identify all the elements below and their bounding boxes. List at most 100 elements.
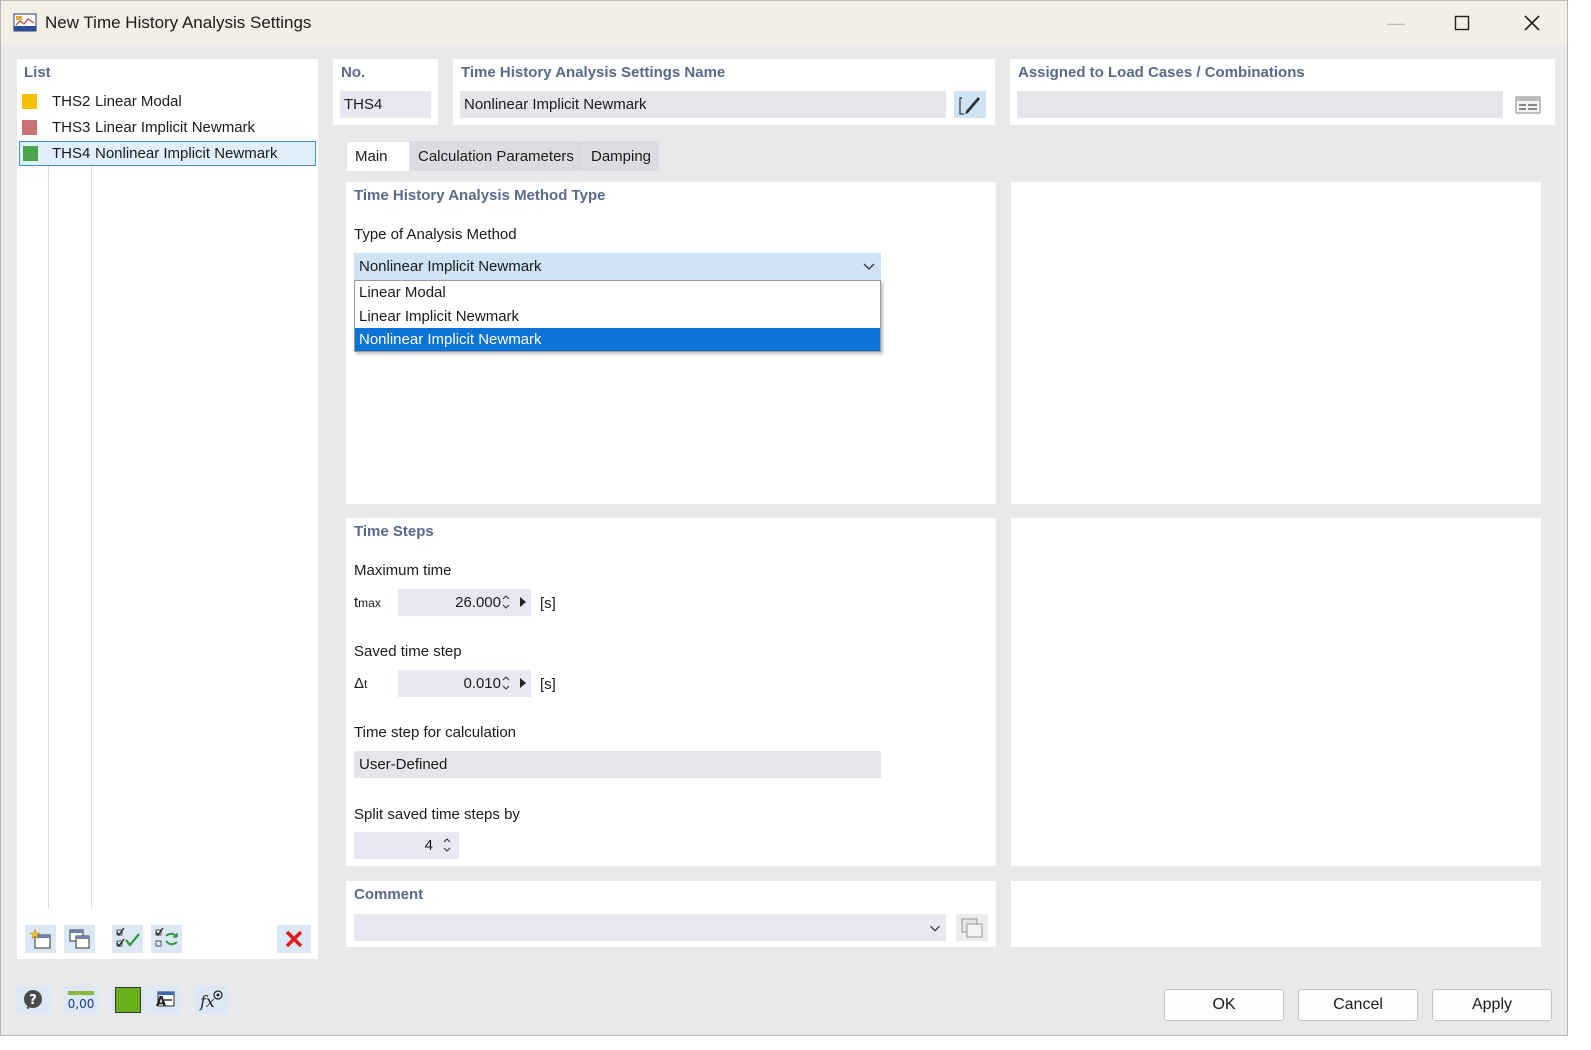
dropdown-option-selected[interactable]: Nonlinear Implicit Newmark (355, 328, 880, 351)
list-item[interactable]: THS3 Linear Implicit Newmark (19, 115, 316, 140)
name-field[interactable]: Nonlinear Implicit Newmark (460, 91, 946, 118)
analysis-type-label: Type of Analysis Method (354, 226, 517, 243)
analysis-type-select[interactable]: Nonlinear Implicit Newmark (354, 253, 881, 280)
assign-select-button[interactable] (1512, 91, 1544, 118)
list-item-no: THS4 (52, 145, 91, 162)
color-swatch (22, 94, 37, 109)
spinner-arrows-icon[interactable] (501, 592, 511, 612)
copy-item-button[interactable] (64, 925, 95, 953)
comment-section: Comment (346, 881, 996, 947)
copy-icon (961, 918, 983, 937)
time-steps-title: Time Steps (354, 523, 434, 540)
max-time-symbol: tmax (354, 594, 381, 611)
saved-step-input[interactable]: 0.010 (398, 670, 531, 697)
list-item-selected[interactable]: THS4 Nonlinear Implicit Newmark (19, 141, 316, 166)
play-arrow-icon[interactable] (519, 596, 527, 608)
calc-step-label: Time step for calculation (354, 724, 517, 741)
check-toggle-icon (154, 928, 178, 947)
close-button[interactable] (1509, 9, 1555, 37)
delete-icon (285, 930, 303, 948)
spinner-arrows-icon[interactable] (442, 835, 452, 855)
list-item-no: THS3 (52, 119, 91, 136)
color-button[interactable] (111, 986, 145, 1014)
list-title: List (24, 64, 51, 81)
title-bar: New Time History Analysis Settings — (1, 1, 1567, 45)
check-toggle-button[interactable] (151, 925, 182, 953)
comment-preview-panel (1011, 881, 1541, 947)
max-time-input[interactable]: 26.000 (398, 589, 531, 616)
display-properties-icon: A (156, 991, 175, 1010)
dropdown-option[interactable]: Linear Implicit Newmark (355, 305, 880, 328)
help-button[interactable]: ? (16, 986, 50, 1014)
ok-button[interactable]: OK (1164, 989, 1284, 1021)
window-title: New Time History Analysis Settings (45, 13, 312, 32)
method-section-title: Time History Analysis Method Type (354, 187, 606, 204)
dropdown-option[interactable]: Linear Modal (355, 281, 880, 304)
name-label: Time History Analysis Settings Name (461, 64, 726, 81)
new-item-button[interactable] (25, 925, 56, 953)
analysis-type-value: Nonlinear Implicit Newmark (359, 258, 542, 275)
number-label: No. (341, 64, 366, 81)
new-item-icon (28, 928, 50, 949)
close-icon (1524, 15, 1540, 31)
help-icon: ? (24, 990, 42, 1009)
dialog-window: New Time History Analysis Settings — Lis… (0, 0, 1568, 1036)
assigned-field[interactable] (1017, 91, 1503, 118)
maximize-icon (1454, 15, 1470, 31)
list-divider (48, 141, 49, 909)
formula-icon: fx (199, 990, 223, 1011)
svg-text:A: A (156, 995, 166, 1010)
chevron-down-icon (863, 263, 875, 270)
time-steps-preview-panel (1011, 518, 1541, 866)
number-format-icon: 0,00 (68, 991, 95, 1011)
edit-name-button[interactable] (954, 91, 986, 118)
tab-damping[interactable]: Damping (583, 141, 660, 171)
comment-input[interactable] (354, 914, 946, 941)
maximize-button[interactable] (1439, 9, 1485, 37)
list-divider (91, 141, 92, 909)
list-item-name: Nonlinear Implicit Newmark (95, 145, 278, 162)
saved-step-symbol: Δt (354, 675, 368, 692)
split-steps-label: Split saved time steps by (354, 806, 520, 823)
list-select-icon (1515, 96, 1541, 113)
play-arrow-icon[interactable] (519, 677, 527, 689)
list-item[interactable]: THS2 Linear Modal (19, 89, 316, 114)
app-icon (13, 11, 37, 33)
split-steps-input[interactable]: 4 (354, 832, 459, 859)
display-properties-button[interactable]: A (146, 986, 180, 1014)
svg-text:?: ? (29, 993, 37, 1008)
name-panel: Time History Analysis Settings Name Nonl… (453, 59, 995, 125)
list-item-name: Linear Implicit Newmark (95, 119, 256, 136)
spinner-arrows-icon[interactable] (501, 673, 511, 693)
bottom-bar: ? 0,00 A fx OK Cancel Apply (1, 973, 1567, 1035)
list-toolbar (25, 925, 315, 953)
check-all-button[interactable] (112, 925, 143, 953)
assigned-panel: Assigned to Load Cases / Combinations (1010, 59, 1555, 125)
color-swatch-icon (115, 987, 141, 1013)
svg-text:fx: fx (199, 992, 215, 1011)
copy-item-icon (69, 929, 89, 949)
number-format-button[interactable]: 0,00 (64, 986, 98, 1014)
tab-calculation-parameters[interactable]: Calculation Parameters (410, 141, 582, 171)
analysis-type-dropdown: Linear Modal Linear Implicit Newmark Non… (354, 280, 881, 352)
assigned-label: Assigned to Load Cases / Combinations (1018, 64, 1305, 81)
list-item-name: Linear Modal (95, 93, 182, 110)
svg-text:0,00: 0,00 (68, 997, 95, 1011)
formula-button[interactable]: fx (194, 986, 228, 1014)
tab-main[interactable]: Main (346, 141, 410, 171)
chevron-down-icon[interactable] (927, 919, 943, 937)
minimize-button[interactable]: — (1373, 9, 1419, 37)
max-time-unit: [s] (540, 595, 556, 612)
method-preview-panel (1011, 182, 1541, 504)
saved-step-unit: [s] (540, 676, 556, 693)
comment-title: Comment (354, 886, 424, 903)
apply-button[interactable]: Apply (1432, 989, 1552, 1021)
cancel-button[interactable]: Cancel (1298, 989, 1418, 1021)
comment-copy-button[interactable] (956, 914, 988, 941)
list-panel: List THS2 Linear Modal THS3 Linear Impli… (17, 59, 318, 959)
number-panel: No. THS4 (333, 59, 438, 125)
number-field[interactable]: THS4 (340, 91, 431, 118)
saved-step-label: Saved time step (354, 643, 462, 660)
check-all-icon (115, 928, 140, 948)
delete-button[interactable] (277, 925, 311, 953)
